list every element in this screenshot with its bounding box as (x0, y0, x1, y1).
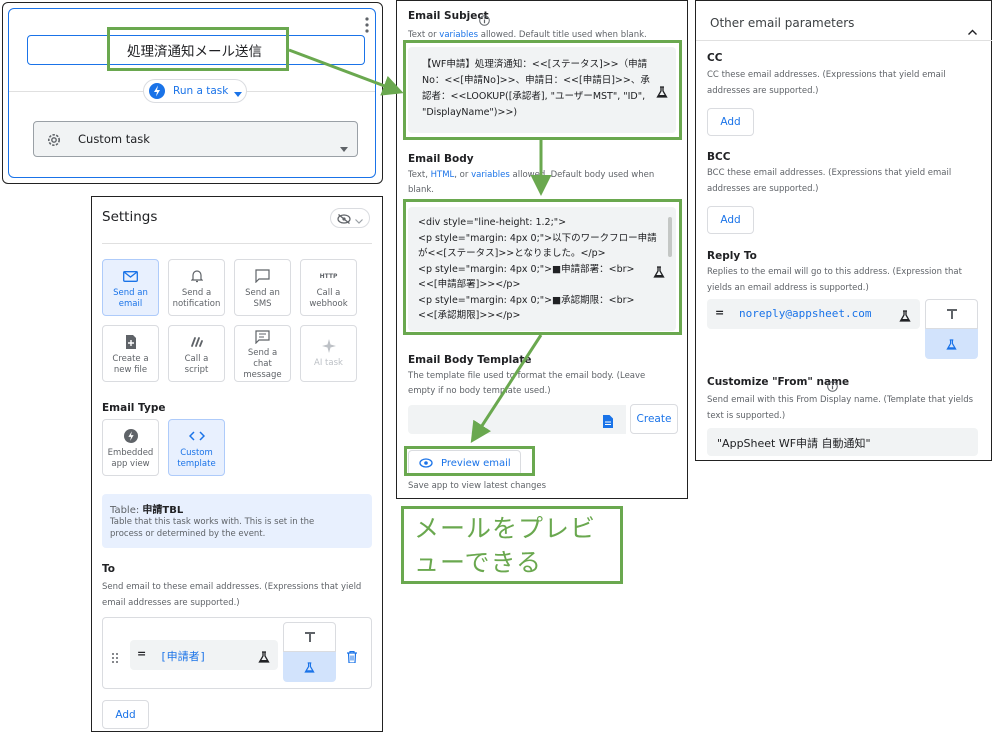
arrow-title-to-subject (288, 48, 404, 96)
arrow-body-to-preview (470, 334, 543, 444)
annotation-arrows (288, 48, 552, 444)
